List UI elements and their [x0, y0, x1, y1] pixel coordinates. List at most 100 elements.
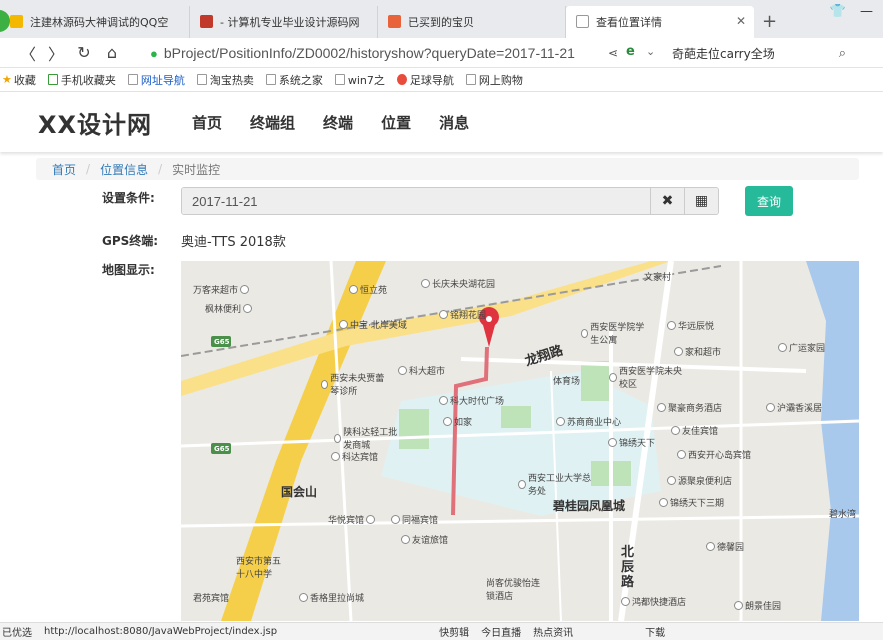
- bookmark-bar: ★ 收藏 手机收藏夹 网址导航 淘宝热卖 系统之家 win7之 足球导航 网上购物: [0, 68, 883, 92]
- map-poi[interactable]: 陕科达轻工批发商城: [334, 425, 404, 451]
- condition-label: 设置条件:: [102, 191, 155, 205]
- chevron-down-icon[interactable]: ⌄: [646, 45, 655, 58]
- map-poi[interactable]: 广运家园: [778, 341, 825, 354]
- breadcrumb-home[interactable]: 首页: [52, 161, 76, 178]
- map-poi[interactable]: 华远辰悦: [667, 319, 714, 332]
- map-poi[interactable]: 西安工业大学总务处: [518, 471, 598, 497]
- status-item[interactable]: 快剪辑: [439, 624, 469, 639]
- date-field[interactable]: [182, 188, 650, 214]
- map-poi[interactable]: 文家村: [644, 270, 671, 283]
- map-poi[interactable]: 枫林便利: [205, 302, 254, 315]
- nav-home[interactable]: 首页: [192, 112, 222, 133]
- shield-icon: ●: [150, 45, 158, 61]
- tab-purchased[interactable]: 已买到的宝贝: [378, 6, 566, 38]
- map-poi[interactable]: 科大时代广场: [439, 394, 504, 407]
- share-icon[interactable]: ⋖: [608, 46, 618, 60]
- bookmark-item[interactable]: 网址导航: [127, 72, 185, 88]
- tab-position-detail[interactable]: 查看位置详情 ✕: [566, 6, 754, 38]
- breadcrumb: 首页 / 位置信息 / 实时监控: [36, 158, 859, 180]
- search-input[interactable]: 奇葩走位carry全场 ⌕: [672, 42, 852, 64]
- window-controls: 👕 —: [830, 4, 883, 19]
- map-poi[interactable]: 科达宾馆: [331, 450, 378, 463]
- map-poi[interactable]: 尚客优骏怡连锁酒店: [486, 576, 546, 602]
- query-button[interactable]: 查询: [745, 186, 793, 216]
- bookmark-item[interactable]: 系统之家: [265, 72, 323, 88]
- map-poi[interactable]: 鸿都快捷酒店: [621, 595, 686, 608]
- nav-terminal[interactable]: 终端: [323, 112, 353, 133]
- map-poi[interactable]: 友佳宾馆: [671, 424, 718, 437]
- date-picker: ✖ ▦: [181, 187, 719, 215]
- map-poi[interactable]: 西安开心岛宾馆: [677, 448, 751, 461]
- map-road-label: 北辰路: [621, 545, 635, 590]
- page-icon: [196, 74, 207, 85]
- status-item[interactable]: 今日直播: [481, 624, 521, 639]
- map-poi: 碧水湾: [829, 510, 857, 520]
- map-poi[interactable]: 西安医学院未央校区: [609, 364, 689, 390]
- browser-tab-strip: 注建林源码大神调试的QQ空 - 计算机专业毕业设计源码网 已买到的宝贝 查看位置…: [0, 0, 883, 38]
- bookmark-item[interactable]: 足球导航: [396, 72, 454, 88]
- page-icon: [465, 74, 476, 85]
- nav-message[interactable]: 消息: [439, 112, 469, 133]
- close-icon[interactable]: ✕: [736, 14, 746, 28]
- main-content: 首页 / 位置信息 / 实时监控 设置条件: ✖ ▦ 查询 GPS终端: 奥迪-…: [0, 152, 883, 640]
- map-poi[interactable]: 锦绣天下: [608, 436, 655, 449]
- map-label: 地图显示:: [102, 263, 155, 277]
- bookmark-item[interactable]: 网上购物: [465, 72, 523, 88]
- map-poi[interactable]: 家和超市: [674, 345, 721, 358]
- site-logo[interactable]: XX设计网: [38, 105, 152, 140]
- map-poi[interactable]: 华悦宾馆: [328, 513, 377, 526]
- tab-source-code[interactable]: - 计算机专业毕业设计源码网: [190, 6, 378, 38]
- map-area-label: 碧桂园凤凰城: [553, 499, 626, 513]
- gps-label: GPS终端:: [102, 234, 159, 248]
- status-item[interactable]: 热点资讯: [533, 624, 573, 639]
- map-poi[interactable]: 苏商商业中心: [556, 415, 621, 428]
- map-poi[interactable]: 体育场: [553, 374, 580, 387]
- map-poi[interactable]: 铭翔花园: [439, 308, 486, 321]
- search-icon[interactable]: ⌕: [839, 46, 846, 61]
- back-icon[interactable]: 〈: [14, 41, 42, 65]
- map-poi[interactable]: 友谊旅馆: [401, 533, 448, 546]
- map-poi[interactable]: 同福宾馆: [391, 513, 438, 526]
- map-poi[interactable]: 朗景佳园: [734, 599, 781, 612]
- bookmark-item[interactable]: ★ 收藏: [2, 72, 36, 88]
- map-poi[interactable]: 聚豪商务酒店: [657, 401, 722, 414]
- map-poi[interactable]: 香格里拉尚城: [299, 591, 364, 604]
- new-tab-icon[interactable]: +: [762, 11, 777, 32]
- clear-icon[interactable]: ✖: [650, 188, 684, 214]
- url-input[interactable]: ● bProject/PositionInfo/ZD0002/historysh…: [150, 41, 662, 65]
- minimize-icon[interactable]: —: [860, 4, 873, 19]
- bookmark-item[interactable]: 淘宝热卖: [196, 72, 254, 88]
- map-poi[interactable]: 万客来超市: [193, 283, 251, 296]
- map-poi[interactable]: 科大超市: [398, 364, 445, 377]
- nav-position[interactable]: 位置: [381, 112, 411, 133]
- map-poi[interactable]: 君苑宾馆: [193, 591, 229, 604]
- star-icon: ★: [2, 73, 12, 86]
- status-url: http://localhost:8080/JavaWebProject/ind…: [44, 626, 278, 637]
- map-poi[interactable]: 中宝·北岸美域: [339, 318, 407, 331]
- ie-mode-icon[interactable]: e: [626, 44, 635, 59]
- map-poi[interactable]: 锦绣天下三期: [659, 496, 724, 509]
- page-icon: [334, 74, 345, 85]
- nav-terminal-group[interactable]: 终端组: [250, 112, 295, 133]
- calendar-icon[interactable]: ▦: [684, 188, 718, 214]
- map-poi[interactable]: 西安医学院学生公寓: [581, 320, 651, 346]
- refresh-icon[interactable]: ↻: [70, 43, 98, 62]
- map-poi[interactable]: 如家: [443, 415, 472, 428]
- breadcrumb-position-info[interactable]: 位置信息: [100, 161, 148, 178]
- home-icon[interactable]: ⌂: [98, 43, 126, 62]
- map-poi[interactable]: 沪灞香溪居: [766, 401, 822, 414]
- bookmark-item[interactable]: win7之: [334, 72, 385, 88]
- map-poi[interactable]: 源聚泉便利店: [667, 474, 732, 487]
- status-download[interactable]: 下载: [645, 624, 665, 639]
- tab-qq-space[interactable]: 注建林源码大神调试的QQ空: [0, 6, 190, 38]
- forward-icon[interactable]: 〉: [42, 41, 70, 65]
- map-poi[interactable]: 恒立苑: [349, 283, 387, 296]
- map-view[interactable]: 国会山 龙翔路 北辰路 碧桂园凤凰城 G65 G65 碧水湾 万客来超市 恒立苑…: [181, 261, 859, 621]
- map-poi[interactable]: 西安市第五十八中学: [236, 554, 288, 580]
- bookmark-item[interactable]: 手机收藏夹: [47, 72, 116, 88]
- map-poi[interactable]: 西安未央贾蕾琴诊所: [321, 371, 391, 397]
- taobao-icon: [388, 15, 401, 28]
- map-poi[interactable]: 德馨园: [706, 540, 744, 553]
- shirt-icon[interactable]: 👕: [830, 4, 846, 19]
- map-poi[interactable]: 长庆未央湖花园: [421, 277, 495, 290]
